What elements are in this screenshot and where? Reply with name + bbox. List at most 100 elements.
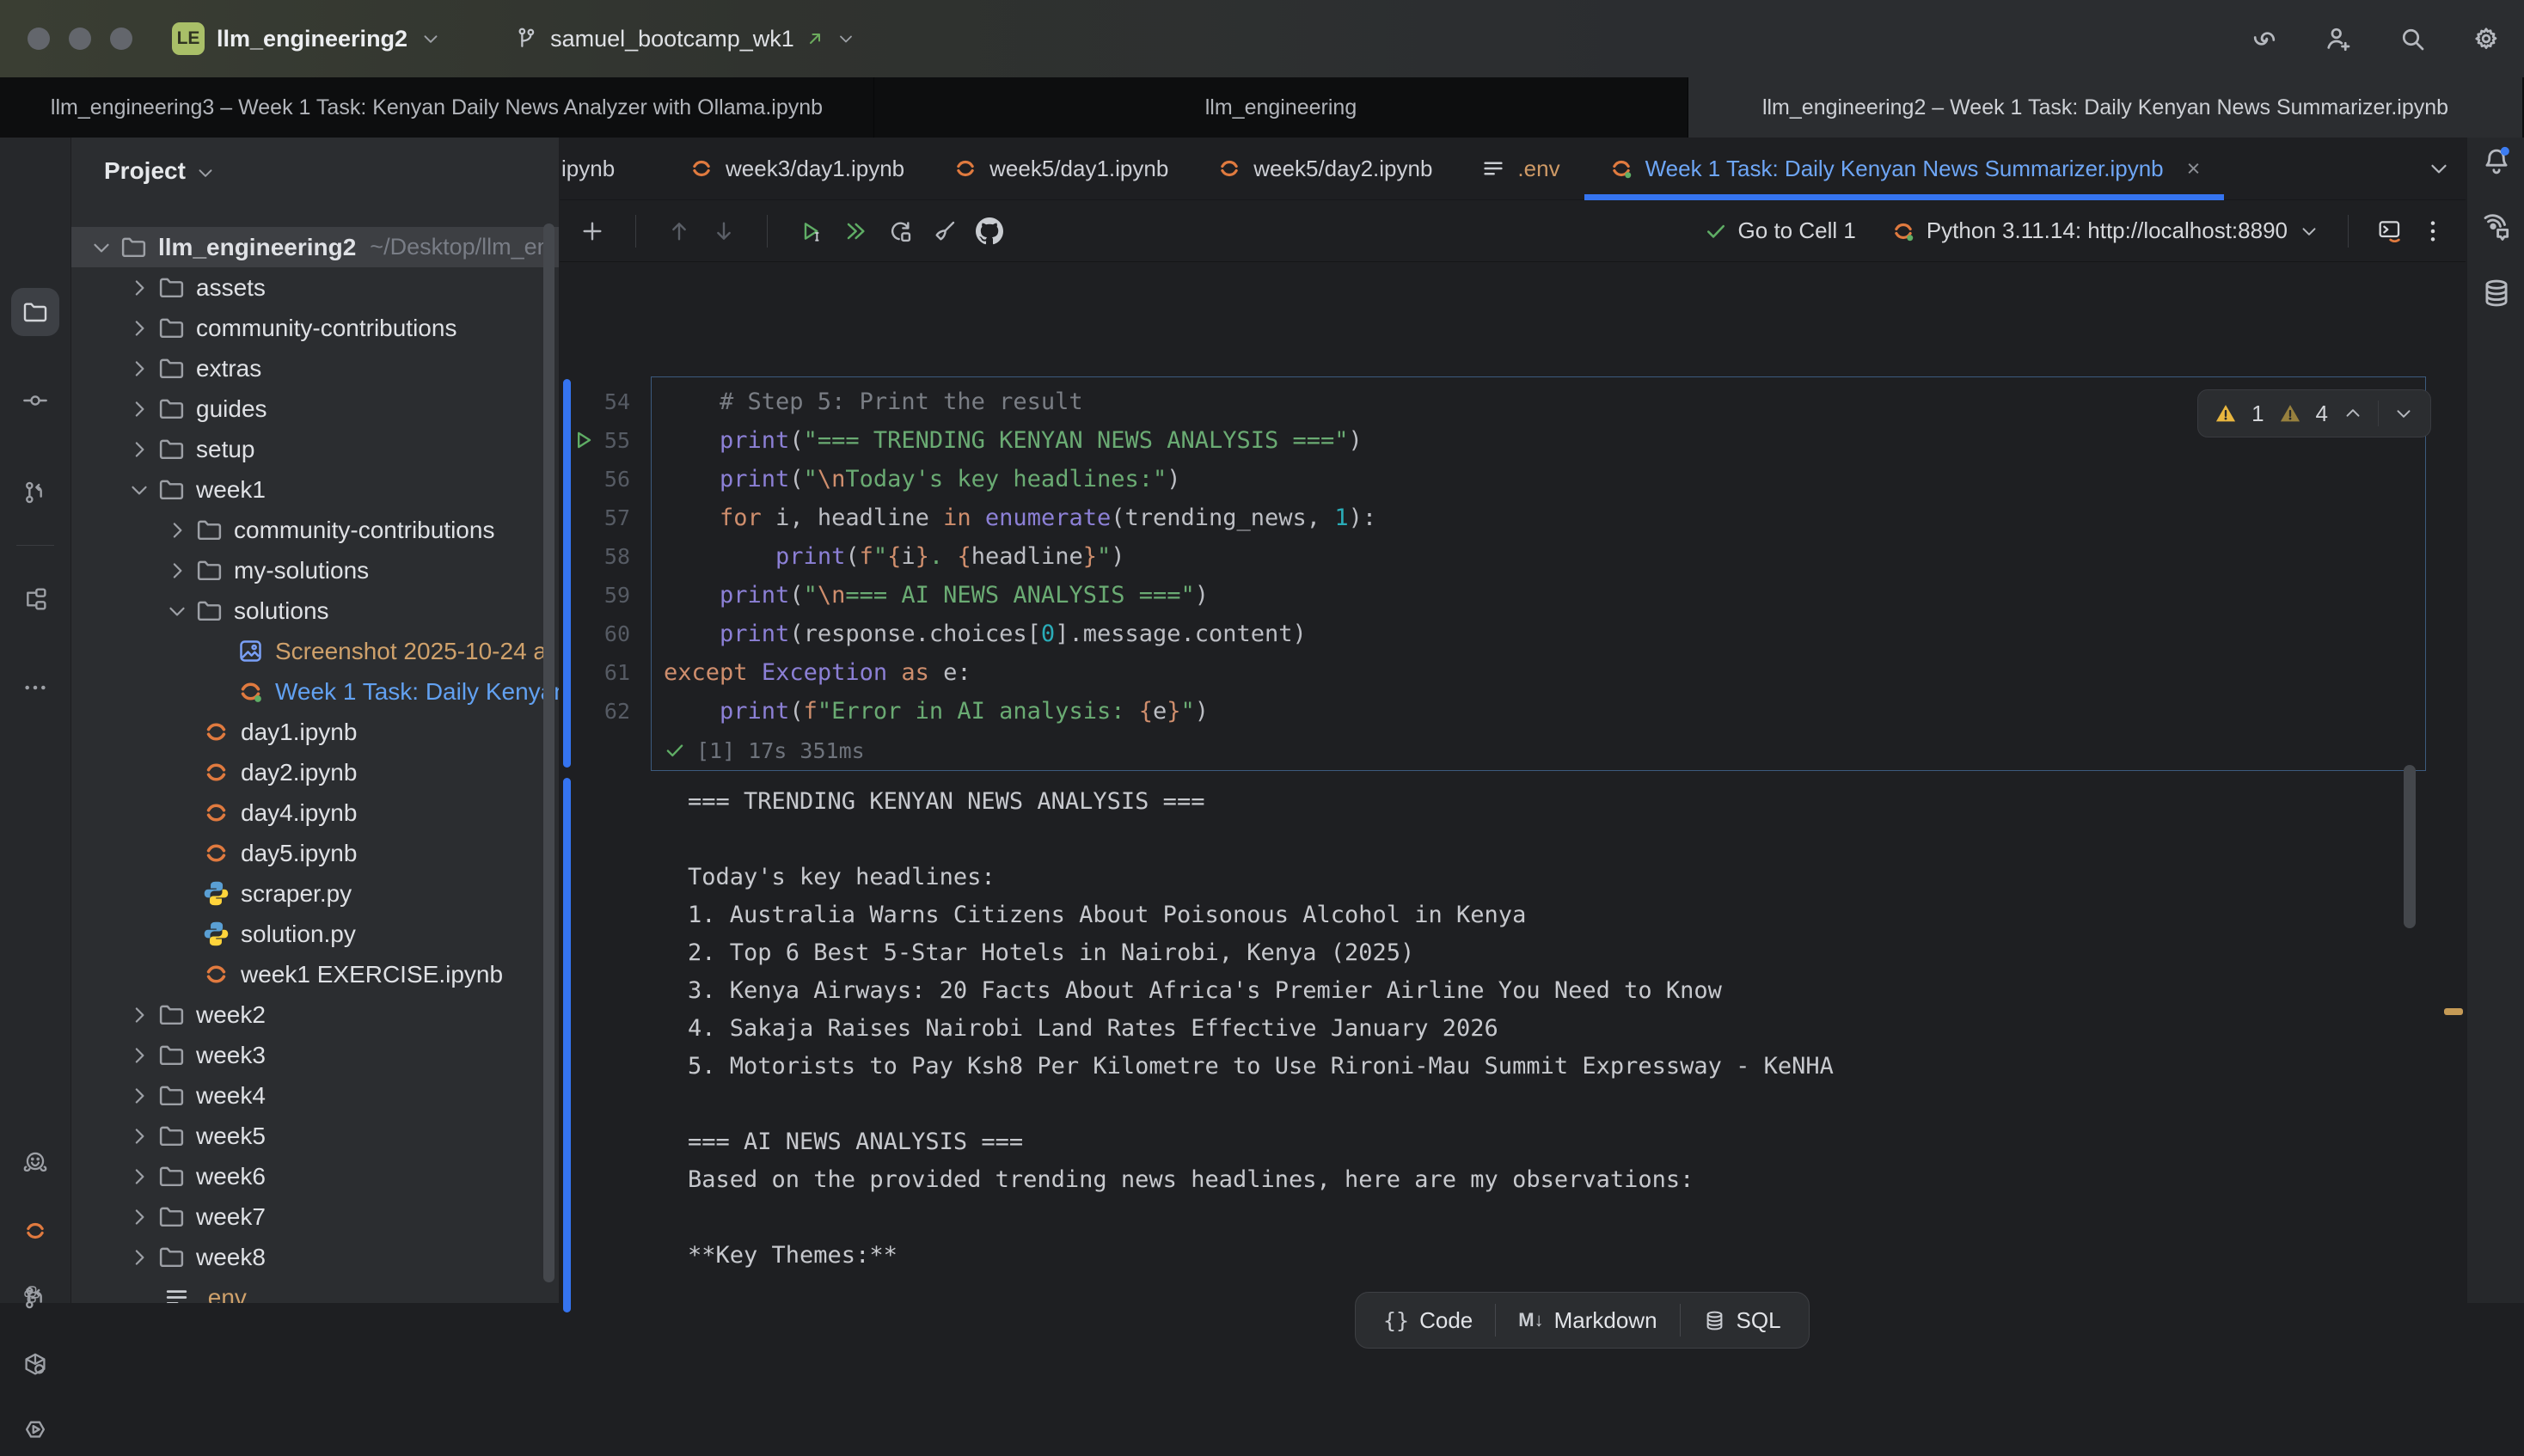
inspections-widget[interactable]: 1 4 bbox=[2197, 389, 2431, 437]
project-scrollbar-thumb[interactable] bbox=[543, 223, 554, 1282]
tree-item-week-1-task-daily-kenyan[interactable]: Week 1 Task: Daily Kenyan bbox=[71, 671, 559, 712]
more-tools-button[interactable] bbox=[11, 664, 59, 712]
github-icon[interactable] bbox=[976, 217, 1003, 245]
kebab-menu-icon[interactable] bbox=[2419, 217, 2447, 245]
run-all-cells-button[interactable] bbox=[842, 217, 869, 245]
ai-chat-button[interactable] bbox=[2480, 211, 2513, 248]
tree-item-day5-ipynb[interactable]: day5.ipynb bbox=[71, 833, 559, 873]
tree-item-day2-ipynb[interactable]: day2.ipynb bbox=[71, 752, 559, 792]
tree-item-label: .env bbox=[201, 1284, 247, 1304]
prev-problem-chevron-icon[interactable] bbox=[2342, 402, 2364, 425]
tree-item-assets[interactable]: assets bbox=[71, 267, 559, 308]
chev-r-icon bbox=[126, 437, 152, 462]
commit-tool-button[interactable] bbox=[11, 376, 59, 425]
tab--env[interactable]: .env bbox=[1456, 138, 1584, 199]
chev-r-icon bbox=[126, 275, 152, 301]
folder-icon bbox=[195, 516, 224, 544]
add-markdown-cell-button[interactable]: M↓ Markdown bbox=[1496, 1293, 1679, 1348]
database-tool-button[interactable] bbox=[2480, 277, 2513, 314]
hidden-tabs-button[interactable] bbox=[2426, 138, 2452, 199]
python-console-tool-button[interactable] bbox=[11, 1274, 59, 1322]
tree-item-solutions[interactable]: solutions bbox=[71, 590, 559, 631]
editor-scrollbar-thumb[interactable] bbox=[2404, 765, 2416, 928]
close-icon[interactable]: × bbox=[2187, 156, 2201, 182]
tree-item-day1-ipynb[interactable]: day1.ipynb bbox=[71, 712, 559, 752]
huggingface-tool-button[interactable] bbox=[11, 1139, 59, 1187]
tab-week5-day2-ipynb[interactable]: week5/day2.ipynb bbox=[1192, 138, 1456, 199]
settings-gear-icon[interactable] bbox=[2471, 23, 2502, 54]
tree-item-community-contributions[interactable]: community-contributions bbox=[71, 510, 559, 550]
go-to-cell-widget[interactable]: Go to Cell 1 bbox=[1704, 217, 1856, 244]
tree-item-screenshot-2025-10-24-at[interactable]: Screenshot 2025-10-24 at bbox=[71, 631, 559, 671]
tree-item-week6[interactable]: week6 bbox=[71, 1156, 559, 1196]
move-cell-up-button[interactable] bbox=[665, 217, 693, 245]
tree-item-week2[interactable]: week2 bbox=[71, 994, 559, 1035]
notifications-button[interactable] bbox=[2480, 144, 2513, 181]
add-code-cell-button[interactable]: {} Code bbox=[1361, 1293, 1495, 1348]
tree-item-week1[interactable]: week1 bbox=[71, 469, 559, 510]
tree-item-solution-py[interactable]: solution.py bbox=[71, 914, 559, 954]
search-icon[interactable] bbox=[2397, 23, 2428, 54]
output-line: === TRENDING KENYAN NEWS ANALYSIS === bbox=[688, 783, 1834, 821]
output-line: Today's key headlines: bbox=[688, 859, 1834, 896]
warning-icon bbox=[2214, 401, 2238, 425]
structure-tool-button[interactable] bbox=[11, 575, 59, 623]
tree-item-my-solutions[interactable]: my-solutions bbox=[71, 550, 559, 590]
tree-item-extras[interactable]: extras bbox=[71, 348, 559, 388]
window-tab-llm-engineering[interactable]: llm_engineering bbox=[873, 77, 1688, 138]
run-cell-button[interactable] bbox=[797, 217, 824, 245]
window-tab-llm-engineering2[interactable]: llm_engineering2 – Week 1 Task: Daily Ke… bbox=[1688, 77, 2522, 138]
code-cell[interactable]: # Step 5: Print the result print("=== TR… bbox=[651, 376, 2426, 771]
window-controls[interactable] bbox=[28, 28, 132, 50]
window-tab-llm-engineering3[interactable]: llm_engineering3 – Week 1 Task: Kenyan D… bbox=[0, 77, 873, 138]
tree-item-week5[interactable]: week5 bbox=[71, 1116, 559, 1156]
code-with-me-icon[interactable] bbox=[2323, 23, 2354, 54]
tab-week5-day1-ipynb[interactable]: week5/day1.ipynb bbox=[928, 138, 1192, 199]
run-line-icon[interactable] bbox=[572, 428, 596, 452]
vcs-branch-widget[interactable]: samuel_bootcamp_wk1 bbox=[514, 26, 856, 52]
tree-item-week8[interactable]: week8 bbox=[71, 1237, 559, 1277]
zoom-window-button[interactable] bbox=[110, 28, 132, 50]
project-tool-button[interactable] bbox=[11, 288, 59, 336]
image-icon bbox=[236, 637, 265, 665]
tree-item-scraper-py[interactable]: scraper.py bbox=[71, 873, 559, 914]
add-cell-button[interactable] bbox=[579, 217, 606, 245]
ai-assistant-icon[interactable] bbox=[2249, 23, 2280, 54]
run-targets-tool-button[interactable] bbox=[11, 1408, 59, 1456]
project-panel-header[interactable]: Project bbox=[71, 138, 559, 205]
tree-item-setup[interactable]: setup bbox=[71, 429, 559, 469]
tree-item-day4-ipynb[interactable]: day4.ipynb bbox=[71, 792, 559, 833]
tree-item-week4[interactable]: week4 bbox=[71, 1075, 559, 1116]
next-problem-chevron-icon[interactable] bbox=[2392, 402, 2415, 425]
restart-kernel-button[interactable] bbox=[886, 217, 914, 245]
chev-r-icon bbox=[126, 1204, 152, 1230]
folder-icon bbox=[195, 596, 224, 625]
tab-week3-day1-ipynb[interactable]: week3/day1.ipynb bbox=[665, 138, 928, 199]
kernel-selector[interactable]: Python 3.11.14: http://localhost:8890 bbox=[1890, 217, 2320, 244]
vcs-update-tool-button[interactable] bbox=[11, 468, 59, 517]
tree-item-week7[interactable]: week7 bbox=[71, 1196, 559, 1237]
tree-item--env[interactable]: .env bbox=[71, 1277, 559, 1303]
minimize-window-button[interactable] bbox=[69, 28, 91, 50]
tree-item-guides[interactable]: guides bbox=[71, 388, 559, 429]
jupyter-tool-button[interactable] bbox=[11, 1207, 59, 1255]
folder-icon bbox=[157, 354, 186, 382]
database-icon bbox=[2480, 277, 2513, 309]
code-editor[interactable]: # Step 5: Print the result print("=== TR… bbox=[652, 377, 2425, 731]
jupyter-console-button[interactable] bbox=[2376, 217, 2404, 245]
tree-item-label: day1.ipynb bbox=[241, 719, 357, 746]
jupyter-icon bbox=[202, 798, 230, 827]
python-packages-tool-button[interactable] bbox=[11, 1341, 59, 1389]
move-cell-down-button[interactable] bbox=[710, 217, 738, 245]
error-stripe-mark[interactable] bbox=[2444, 1008, 2463, 1015]
close-window-button[interactable] bbox=[28, 28, 50, 50]
add-sql-cell-button[interactable]: SQL bbox=[1681, 1293, 1804, 1348]
tree-item-week1-exercise-ipynb[interactable]: week1 EXERCISE.ipynb bbox=[71, 954, 559, 994]
clear-outputs-button[interactable] bbox=[931, 217, 959, 245]
tree-item-llm-engineering2[interactable]: llm_engineering2~/Desktop/llm_en bbox=[71, 227, 559, 267]
project-widget[interactable]: LE llm_engineering2 bbox=[172, 22, 442, 55]
tree-item-week3[interactable]: week3 bbox=[71, 1035, 559, 1075]
tab-ipynb[interactable]: ipynb bbox=[560, 138, 665, 199]
tab-week-1-task-daily-kenyan-news-summarizer-ipynb[interactable]: Week 1 Task: Daily Kenyan News Summarize… bbox=[1584, 138, 2225, 199]
tree-item-community-contributions[interactable]: community-contributions bbox=[71, 308, 559, 348]
